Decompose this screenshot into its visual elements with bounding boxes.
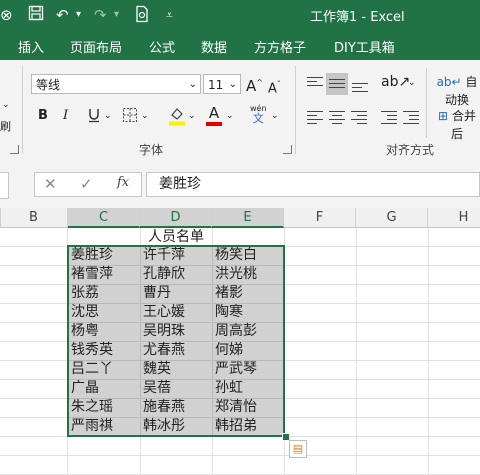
- font-color-dropdown-icon[interactable]: ⌄: [226, 107, 234, 125]
- formula-input[interactable]: 姜胜珍: [146, 172, 480, 197]
- cancel-entry-icon[interactable]: ✕: [44, 175, 57, 193]
- tab-insert[interactable]: 插入: [18, 37, 44, 56]
- orientation-icon[interactable]: ab↗: [381, 73, 410, 91]
- paste-dropdown-icon[interactable]: ⌄: [2, 96, 10, 114]
- bottom-align-icon[interactable]: [352, 83, 368, 95]
- borders-dropdown-icon[interactable]: ⌄: [141, 107, 149, 125]
- font-name-value: 等线: [36, 78, 61, 92]
- clipboard-launcher-icon[interactable]: [10, 145, 19, 154]
- font-group-launcher-icon[interactable]: [283, 145, 292, 154]
- column-header-c[interactable]: C: [68, 208, 140, 228]
- top-align-icon[interactable]: [307, 77, 323, 89]
- merge-center-icon: ⊞: [438, 109, 449, 123]
- window-title: 工作簿1 - Excel: [310, 10, 405, 25]
- align-center-icon[interactable]: [329, 111, 345, 127]
- borders-button[interactable]: [122, 107, 138, 129]
- underline-button[interactable]: [87, 107, 101, 129]
- redo-dropdown-icon: ▾: [114, 9, 120, 20]
- column-header-h[interactable]: H: [428, 208, 480, 228]
- font-group-label: 字体: [139, 143, 164, 157]
- align-right-icon[interactable]: [351, 111, 367, 127]
- decrease-indent-icon[interactable]: [381, 111, 397, 127]
- gridline: [0, 455, 480, 456]
- tab-page-layout[interactable]: 页面布局: [70, 37, 122, 56]
- ribbon-tabs: 插入 页面布局 公式 数据 方方格子 DIY工具箱: [0, 30, 480, 60]
- selection-border: [67, 245, 285, 437]
- fill-color-dropdown-icon[interactable]: ⌄: [188, 107, 196, 125]
- save-icon[interactable]: [28, 5, 44, 26]
- middle-align-icon: [329, 79, 345, 91]
- middle-align-button[interactable]: [326, 73, 348, 95]
- font-size-dropdown-icon[interactable]: ⌄: [229, 75, 237, 95]
- customize-toolbar-icon[interactable]: ⩡: [166, 5, 173, 25]
- column-header-d[interactable]: D: [140, 208, 212, 228]
- column-headers: B C D E F G H: [0, 208, 480, 228]
- tab-formulas[interactable]: 公式: [149, 37, 175, 56]
- shrink-font-button[interactable]: Aˇ: [268, 76, 281, 98]
- column-header-b[interactable]: B: [0, 208, 68, 228]
- confirm-entry-icon[interactable]: ✓: [80, 175, 93, 193]
- font-color-button[interactable]: A: [206, 105, 222, 126]
- tab-diy-toolbox[interactable]: DIY工具箱: [334, 37, 395, 56]
- ribbon: ⌄ 刷 等线 ⌄ 11 ⌄ A^ Aˇ B I ⌄ ⌄ ⌄ A ⌄ wén 文 ⌄…: [0, 60, 480, 161]
- name-box[interactable]: [0, 172, 9, 199]
- tab-fangfang[interactable]: 方方格子: [254, 37, 306, 56]
- grow-font-button[interactable]: A^: [246, 74, 263, 95]
- increase-indent-icon[interactable]: [403, 111, 419, 127]
- italic-button[interactable]: I: [63, 107, 68, 125]
- undo-dropdown-icon[interactable]: ▾: [76, 5, 81, 25]
- phonetic-dropdown-icon[interactable]: ⌄: [271, 107, 279, 125]
- font-name-box[interactable]: 等线 ⌄: [31, 74, 201, 94]
- wrap-text-icon: ab↵: [436, 75, 462, 89]
- merge-center-button[interactable]: ⊞ 合并后: [434, 107, 480, 143]
- ribbon-divider: [22, 66, 23, 154]
- ribbon-divider: [426, 68, 427, 138]
- formula-bar: ✕ ✓ fx 姜胜珍: [0, 160, 480, 208]
- insert-function-button[interactable]: fx: [117, 175, 129, 190]
- font-size-box[interactable]: 11 ⌄: [203, 74, 241, 94]
- quick-analysis-icon[interactable]: ▤: [289, 440, 307, 458]
- fill-color-button[interactable]: [168, 106, 186, 132]
- undo-icon[interactable]: ↶: [56, 5, 69, 25]
- redo-icon: ↷: [94, 6, 107, 24]
- wrap-text-button[interactable]: ab↵ 自动换: [434, 73, 480, 109]
- underline-dropdown-icon[interactable]: ⌄: [104, 107, 112, 125]
- column-header-f[interactable]: F: [284, 208, 356, 228]
- print-preview-icon[interactable]: [134, 5, 150, 28]
- column-header-g[interactable]: G: [356, 208, 428, 228]
- tab-data[interactable]: 数据: [201, 37, 227, 56]
- autosave-icon[interactable]: ⊗: [0, 5, 13, 25]
- alignment-group-label: 对齐方式: [386, 143, 435, 157]
- title-bar: ⊗ ↶ ▾ ↷ ▾ ⩡ 工作簿1 - Excel: [0, 0, 480, 30]
- align-left-icon[interactable]: [307, 111, 323, 127]
- orientation-dropdown-icon[interactable]: ⌄: [408, 74, 416, 92]
- column-header-e[interactable]: E: [212, 208, 284, 228]
- format-painter-icon[interactable]: 刷: [0, 118, 11, 136]
- bold-button[interactable]: B: [38, 107, 48, 125]
- font-name-dropdown-icon[interactable]: ⌄: [189, 75, 197, 95]
- phonetic-button[interactable]: wén 文: [250, 104, 267, 124]
- ribbon-divider: [295, 66, 296, 154]
- font-size-value: 11: [208, 78, 224, 92]
